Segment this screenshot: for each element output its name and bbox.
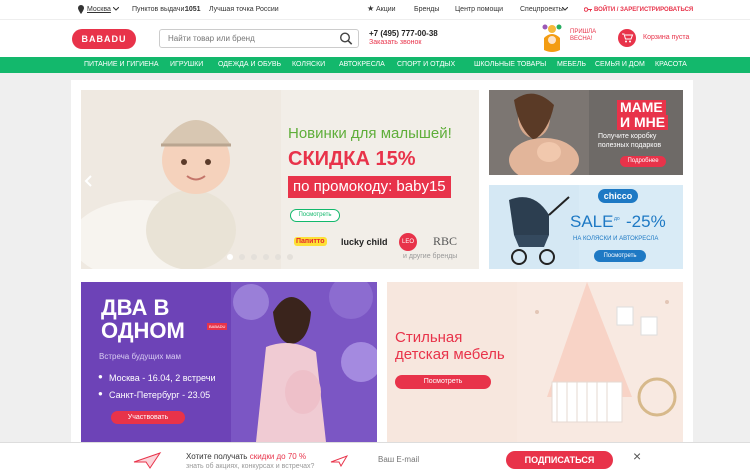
banner-title: Новинки для малышей!: [288, 125, 452, 142]
banner-discount: СКИДКА 15%: [288, 148, 416, 170]
event-place-spb: Санкт-Петербург - 23.05: [109, 390, 211, 400]
location-pin-icon: ●: [98, 389, 103, 398]
chicco-view-button[interactable]: Посмотреть: [594, 250, 646, 262]
nav-item-nutrition[interactable]: ПИТАНИЕ И ГИГИЕНА: [84, 61, 159, 68]
nav-item-clothes[interactable]: ОДЕЖДА И ОБУВЬ: [218, 61, 281, 68]
event-participate-button[interactable]: Участвовать: [111, 411, 185, 424]
location-pin-icon: ●: [98, 372, 103, 381]
mom-and-me-banner[interactable]: МАМЕ И МНЕ Получите коробку полезных под…: [489, 90, 683, 175]
mom-title-line2: И МНЕ: [617, 115, 669, 130]
event-badge: BABADU: [207, 323, 228, 330]
close-icon[interactable]: ×: [633, 448, 641, 464]
nav-item-furniture[interactable]: МЕБЕЛЬ: [557, 61, 586, 68]
chicco-text: НА КОЛЯСКИ И АВТОКРЕСЛА: [573, 236, 659, 242]
chicco-logo: chicco: [598, 189, 638, 203]
spring-mascot-icon[interactable]: [540, 24, 564, 54]
nav-item-strollers[interactable]: КОЛЯСКИ: [292, 61, 325, 68]
two-in-one-event-banner[interactable]: ДВА В ОДНОМ BABADU Встреча будущих мам ●…: [81, 282, 377, 442]
carousel-dot[interactable]: [251, 254, 257, 260]
key-icon: [584, 7, 592, 12]
mom-text-line2: полезных подарков: [598, 142, 662, 149]
banner-promo-code: по промокоду: baby15: [288, 176, 451, 198]
logo[interactable]: BABADU: [72, 29, 136, 49]
search-icon[interactable]: [338, 31, 354, 46]
mom-details-button[interactable]: Подробнее: [620, 156, 666, 167]
brand-logo-lucky-child: lucky child: [341, 237, 388, 247]
paper-plane-icon: [330, 455, 348, 467]
spring-promo-text[interactable]: ПРИШЛА ВЕСНА!: [570, 29, 602, 43]
carousel-dot[interactable]: [227, 254, 233, 260]
star-icon: ★: [367, 4, 375, 13]
promos-link[interactable]: Акции: [376, 6, 396, 13]
furniture-title-line1: Стильная: [395, 329, 463, 346]
event-title-line1: ДВА В: [101, 295, 170, 320]
header: BABADU +7 (495) 777-00-38 Заказать звоно…: [0, 20, 750, 57]
top-bar: Москва Пунктов выдачи: 1051 Лучшая точка…: [0, 0, 750, 20]
event-title-line2: ОДНОМ: [101, 318, 185, 343]
best-point-link[interactable]: Лучшая точка России: [209, 6, 279, 13]
carousel-dot[interactable]: [275, 254, 281, 260]
city-selector[interactable]: Москва: [87, 6, 111, 13]
nursery-room-photo: [517, 282, 683, 442]
nav-item-toys[interactable]: ИГРУШКИ: [170, 61, 203, 68]
other-brands-text: и другие бренды: [403, 253, 458, 260]
phone-number[interactable]: +7 (495) 777-00-38: [369, 29, 438, 38]
carousel-dots: [227, 254, 293, 260]
chevron-down-icon[interactable]: [113, 7, 119, 11]
nav-item-sport[interactable]: СПОРТ И ОТДЫХ: [397, 61, 455, 68]
callback-link[interactable]: Заказать звонок: [369, 39, 421, 46]
pickup-label: Пунктов выдачи:: [132, 6, 187, 13]
baby-photo: [81, 90, 281, 269]
furniture-title-line2: детская мебель: [395, 346, 505, 363]
subscribe-subtext: знать об акциях, конкурсах и встречах?: [186, 463, 315, 470]
location-pin-icon: [78, 5, 84, 14]
chicco-upto: до: [614, 216, 620, 222]
event-place-moscow: Москва - 16.04, 2 встречи: [109, 373, 216, 383]
banner-view-button[interactable]: Посмотреть: [290, 209, 340, 222]
category-nav: ПИТАНИЕ И ГИГИЕНА ИГРУШКИ ОДЕЖДА И ОБУВЬ…: [0, 57, 750, 73]
event-subtitle: Встреча будущих мам: [99, 352, 182, 361]
brands-link[interactable]: Бренды: [414, 6, 439, 13]
pregnant-woman-photo: [231, 282, 377, 442]
subscribe-button[interactable]: ПОДПИСАТЬСЯ: [506, 451, 613, 469]
subscribe-bar: Хотите получать скидки до 70 % знать об …: [0, 442, 750, 471]
brand-logo-papitto: Папитто: [294, 237, 327, 246]
login-link[interactable]: ВОЙТИ / ЗАРЕГИСТРИРОВАТЬСЯ: [594, 7, 693, 13]
help-link[interactable]: Центр помощи: [455, 6, 503, 13]
pickup-count[interactable]: 1051: [185, 6, 201, 13]
brand-logo-leo: LEO: [399, 233, 417, 251]
cart-icon[interactable]: [618, 29, 636, 47]
carousel-dot[interactable]: [263, 254, 269, 260]
chicco-percent: -25%: [626, 212, 666, 231]
paper-plane-icon: [133, 452, 162, 469]
furniture-banner[interactable]: Стильная детская мебель Посмотреть: [387, 282, 683, 442]
mother-with-baby-photo: [489, 90, 589, 175]
main-promo-banner[interactable]: Новинки для малышей! СКИДКА 15% по промо…: [81, 90, 479, 269]
cart-status[interactable]: Корзина пуста: [643, 34, 689, 41]
chicco-sale-banner[interactable]: chicco SALE до -25% НА КОЛЯСКИ И АВТОКРЕ…: [489, 185, 683, 269]
brand-logo-rbc: RBC: [433, 234, 458, 248]
mom-text-line1: Получите коробку: [598, 133, 657, 140]
furniture-view-button[interactable]: Посмотреть: [395, 375, 491, 389]
carousel-prev-icon[interactable]: [84, 175, 92, 187]
email-field[interactable]: [378, 451, 498, 467]
mom-title-line1: МАМЕ: [617, 100, 666, 115]
subscribe-text: Хотите получать скидки до 70 %: [186, 452, 307, 461]
carousel-dot[interactable]: [287, 254, 293, 260]
chicco-sale: SALE: [570, 212, 614, 231]
stroller-photo: [489, 185, 579, 269]
nav-item-beauty[interactable]: КРАСОТА: [655, 61, 687, 68]
nav-item-home[interactable]: СЕМЬЯ И ДОМ: [595, 61, 645, 68]
chevron-down-icon[interactable]: [562, 7, 568, 11]
search-input[interactable]: [159, 29, 359, 48]
special-projects-link[interactable]: Спецпроекты: [520, 6, 564, 13]
carousel-dot[interactable]: [239, 254, 245, 260]
nav-item-school[interactable]: ШКОЛЬНЫЕ ТОВАРЫ: [474, 61, 546, 68]
nav-item-car-seats[interactable]: АВТОКРЕСЛА: [339, 61, 385, 68]
